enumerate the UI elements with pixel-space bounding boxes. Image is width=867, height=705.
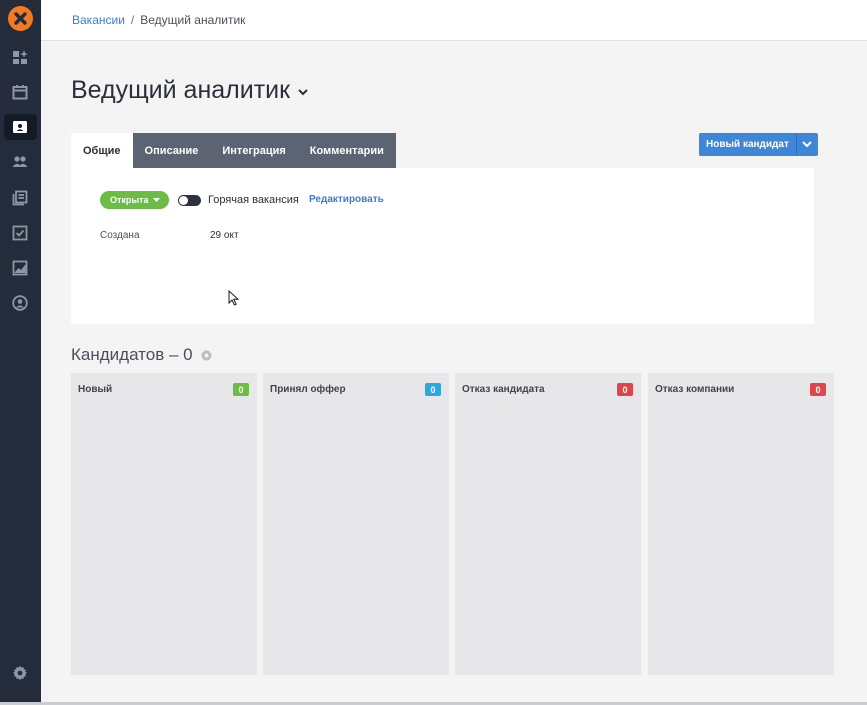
tasks-check-icon[interactable] xyxy=(11,224,29,242)
top-bar: Вакансии / Ведущий аналитик xyxy=(41,0,867,41)
orange-x-logo[interactable] xyxy=(8,6,33,31)
chart-icon[interactable] xyxy=(11,259,29,277)
hot-vacancy-label: Горячая вакансия xyxy=(208,194,299,206)
new-candidate-button[interactable]: Новый кандидат xyxy=(699,133,796,156)
people-icon[interactable] xyxy=(11,153,29,171)
column-title: Принял оффер xyxy=(270,384,346,395)
gear-icon[interactable] xyxy=(11,664,29,682)
column-count-badge: 0 xyxy=(425,383,441,396)
sidebar xyxy=(0,0,41,705)
chevron-down-icon xyxy=(802,141,813,148)
vacancy-tabs: Общие Описание Интеграция Комментарии xyxy=(71,133,396,168)
candidates-count-title: Кандидатов – 0 xyxy=(71,345,193,364)
library-icon[interactable] xyxy=(11,189,29,207)
page-title[interactable]: Ведущий аналитик xyxy=(71,76,308,105)
column-new[interactable]: Новый 0 xyxy=(71,373,257,675)
column-company-rejected[interactable]: Отказ компании 0 xyxy=(648,373,834,675)
tab-comments[interactable]: Комментарии xyxy=(297,133,396,168)
tab-general[interactable]: Общие xyxy=(71,133,133,168)
new-candidate-split-button: Новый кандидат xyxy=(699,133,818,156)
mouse-pointer-icon xyxy=(228,290,239,306)
column-count-badge: 0 xyxy=(810,383,826,396)
calendar-icon[interactable] xyxy=(11,83,29,101)
candidates-header: Кандидатов – 0 xyxy=(71,345,213,365)
caret-down-icon xyxy=(152,198,160,202)
new-candidate-dropdown-button[interactable] xyxy=(795,133,818,156)
edit-link[interactable]: Редактировать xyxy=(309,194,384,205)
status-dropdown[interactable]: Открыта xyxy=(100,191,169,209)
vacancy-folder-icon[interactable] xyxy=(11,118,29,136)
column-title: Отказ компании xyxy=(655,384,735,395)
dashboard-icon[interactable] xyxy=(11,48,29,66)
created-label: Создана xyxy=(100,230,140,241)
column-count-badge: 0 xyxy=(617,383,633,396)
breadcrumb-separator: / xyxy=(130,13,135,27)
user-circle-icon[interactable] xyxy=(11,294,29,312)
tab-description[interactable]: Описание xyxy=(132,133,211,168)
breadcrumb-current: Ведущий аналитик xyxy=(140,13,246,27)
hot-vacancy-toggle[interactable] xyxy=(178,195,201,206)
gear-icon[interactable] xyxy=(200,349,213,362)
breadcrumb-vacancies-link[interactable]: Вакансии xyxy=(72,13,125,27)
page-title-text: Ведущий аналитик xyxy=(71,76,291,104)
column-title: Новый xyxy=(78,384,113,395)
column-candidate-rejected[interactable]: Отказ кандидата 0 xyxy=(455,373,641,675)
breadcrumb: Вакансии / Ведущий аналитик xyxy=(72,13,245,27)
toggle-knob xyxy=(179,196,188,205)
status-label: Открыта xyxy=(110,195,149,205)
column-title: Отказ кандидата xyxy=(462,384,545,395)
column-offer-accepted[interactable]: Принял оффер 0 xyxy=(263,373,449,675)
chevron-down-icon xyxy=(298,88,308,95)
created-value: 29 окт xyxy=(210,230,239,241)
column-count-badge: 0 xyxy=(233,383,249,396)
tab-integration[interactable]: Интеграция xyxy=(210,133,298,168)
vacancy-info-card: Открыта Горячая вакансия Редактировать С… xyxy=(71,168,814,324)
